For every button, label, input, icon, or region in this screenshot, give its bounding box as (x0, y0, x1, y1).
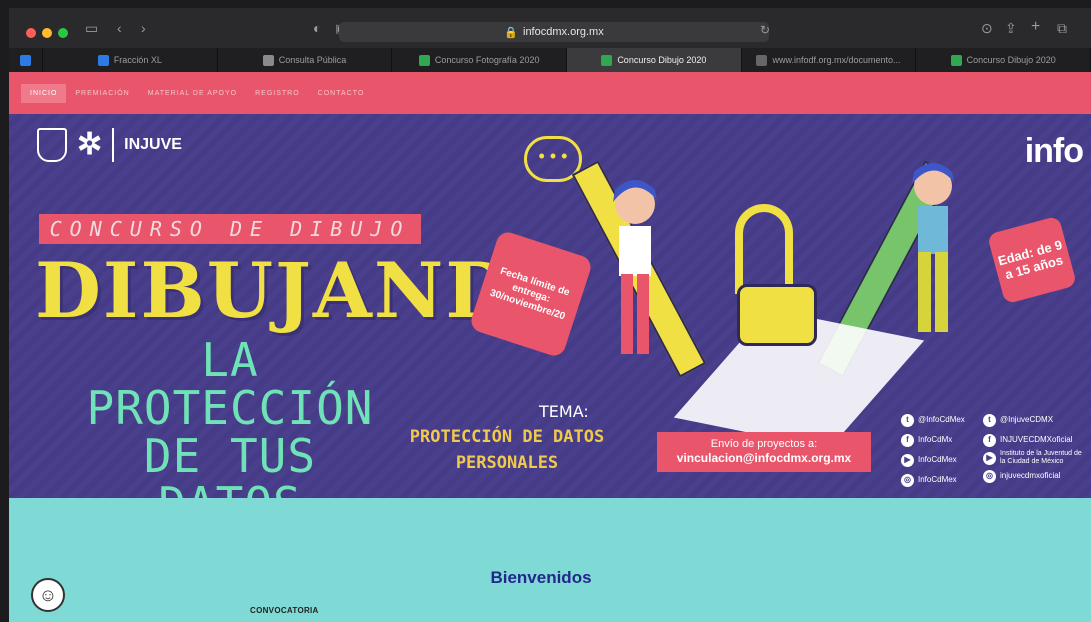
social-handle: InfoCdMex (918, 455, 957, 464)
tab-concurso-dibujo-2[interactable]: Concurso Dibujo 2020 (916, 48, 1091, 72)
tab-infodf-documento[interactable]: www.infodf.org.mx/documento... (742, 48, 917, 72)
favicon-icon (601, 54, 613, 66)
nav-contacto[interactable]: CONTACTO (309, 84, 374, 103)
age-badge: Edad: de 9 a 15 años (986, 215, 1078, 305)
tab-concurso-dibujo[interactable]: Concurso Dibujo 2020 (567, 48, 742, 72)
tab-consulta[interactable]: Consulta Pública (218, 48, 393, 72)
welcome-heading: Bienvenidos (490, 568, 592, 587)
submission-email[interactable]: vinculacion@infocdmx.org.mx (657, 451, 871, 465)
partner-logos: ✲ INJUVE (37, 128, 182, 162)
pinned-tab[interactable] (9, 48, 43, 72)
hero-banner: ✲ INJUVE info • • • CONCURSO DE DIBUJO D… (9, 114, 1091, 498)
download-icon[interactable]: ⊙ (981, 20, 993, 37)
tab-label: Fracción XL (113, 55, 162, 65)
facebook-icon: f (901, 433, 914, 447)
social-handle: Instituto de la Juventud de la Ciudad de… (1000, 450, 1082, 465)
tab-fraccion[interactable]: Fracción XL (43, 48, 218, 72)
social-info: t @InfoCdMex f InfoCdMx ▶ InfoCdMex ◎ InfoCd… (901, 410, 965, 490)
close-window-button[interactable] (26, 28, 36, 38)
tema-label: TEMA: (539, 402, 589, 421)
logo-divider (112, 128, 115, 162)
cdmx-shield-icon (37, 128, 67, 162)
accessibility-icon[interactable]: ☺ (31, 578, 65, 612)
tab-label: Concurso Fotografía 2020 (434, 55, 540, 65)
site-navigation: INICIO PREMIACIÓN MATERIAL DE APOYO REGI… (9, 72, 1091, 114)
injuve-logo: INJUVE (124, 136, 182, 153)
tab-label: www.infodf.org.mx/documento... (772, 55, 901, 65)
forward-icon[interactable]: › (141, 20, 146, 36)
favicon-icon (950, 54, 962, 66)
social-handle: INJUVECDMXoficial (1000, 435, 1073, 444)
tab-bar: Fracción XL Consulta Pública Concurso Fo… (9, 48, 1091, 72)
youtube-icon: ▶ (983, 451, 996, 465)
nav-material-de-apoyo[interactable]: MATERIAL DE APOYO (139, 84, 246, 103)
social-handle: @InfoCdMex (918, 415, 965, 424)
twitter-icon: t (983, 413, 996, 427)
lock-icon: 🔒 (504, 26, 518, 39)
back-icon[interactable]: ‹ (117, 20, 122, 36)
tab-overview-icon[interactable]: ⧉ (1057, 20, 1067, 37)
social-handle: @InjuveCDMX (1000, 415, 1054, 424)
address-bar[interactable]: 🔒 infocdmx.org.mx (339, 22, 769, 42)
privacy-shield-icon[interactable]: ◐ (313, 20, 321, 36)
social-handle: InfoCdMex (918, 475, 957, 484)
instagram-icon: ◎ (901, 473, 914, 487)
social-injuve: t @InjuveCDMX f INJUVECDMXoficial ▶ Institu… (983, 410, 1088, 486)
girl-illustration (613, 180, 657, 354)
youtube-icon: ▶ (901, 453, 914, 467)
new-tab-icon[interactable]: + (1031, 18, 1040, 36)
tab-label: Concurso Dibujo 2020 (617, 55, 707, 65)
favicon-icon (97, 54, 109, 66)
concurso-title: CONCURSO DE DIBUJO (39, 214, 421, 244)
outlook-icon (20, 54, 31, 66)
instagram-icon: ◎ (983, 469, 996, 483)
tab-concurso-fotografia[interactable]: Concurso Fotografía 2020 (392, 48, 568, 72)
cdmx-knot-icon: ✲ (77, 128, 103, 161)
social-handle: injuvecdmxoficial (1000, 471, 1061, 480)
boy-illustration (912, 163, 954, 332)
twitter-icon: t (901, 413, 914, 427)
proteccion-subtitle: LA PROTECCIÓN DE TUS DATOS (86, 333, 374, 498)
favicon-icon (756, 54, 768, 66)
padlock-illustration (737, 284, 817, 346)
zoom-window-button[interactable] (58, 28, 68, 38)
browser-window: ▭ ‹ › ◐ ▣ 🔒 infocdmx.org.mx ↻ ⊙ ⇪ + ⧉ Fr… (9, 8, 1091, 622)
tab-label: Concurso Dibujo 2020 (966, 55, 1056, 65)
reload-icon[interactable]: ↻ (760, 23, 770, 37)
favicon-icon (418, 54, 430, 66)
submission-box: Envío de proyectos a: vinculacion@infocd… (657, 432, 871, 472)
nav-inicio[interactable]: INICIO (21, 83, 67, 103)
nav-premiacion[interactable]: PREMIACIÓN (66, 84, 138, 103)
convocatoria-heading: CONVOCATORIA (250, 606, 319, 615)
share-icon[interactable]: ⇪ (1005, 20, 1017, 37)
sidebar-icon[interactable]: ▭ (85, 20, 98, 37)
tab-label: Consulta Pública (278, 55, 347, 65)
facebook-icon: f (983, 433, 996, 447)
minimize-window-button[interactable] (42, 28, 52, 38)
nav-registro[interactable]: REGISTRO (246, 84, 309, 103)
submission-label: Envío de proyectos a: (710, 438, 818, 450)
favicon-icon (262, 54, 274, 66)
tema-text: PROTECCIÓN DE DATOS PERSONALES (409, 427, 605, 473)
url-text: infocdmx.org.mx (523, 26, 604, 38)
info-logo: info (1024, 132, 1084, 170)
content-area (9, 498, 1091, 622)
social-handle: InfoCdMx (918, 435, 953, 444)
browser-toolbar: ▭ ‹ › ◐ ▣ 🔒 infocdmx.org.mx ↻ ⊙ ⇪ + ⧉ (9, 8, 1091, 48)
padlock-shackle-illustration (735, 204, 793, 294)
